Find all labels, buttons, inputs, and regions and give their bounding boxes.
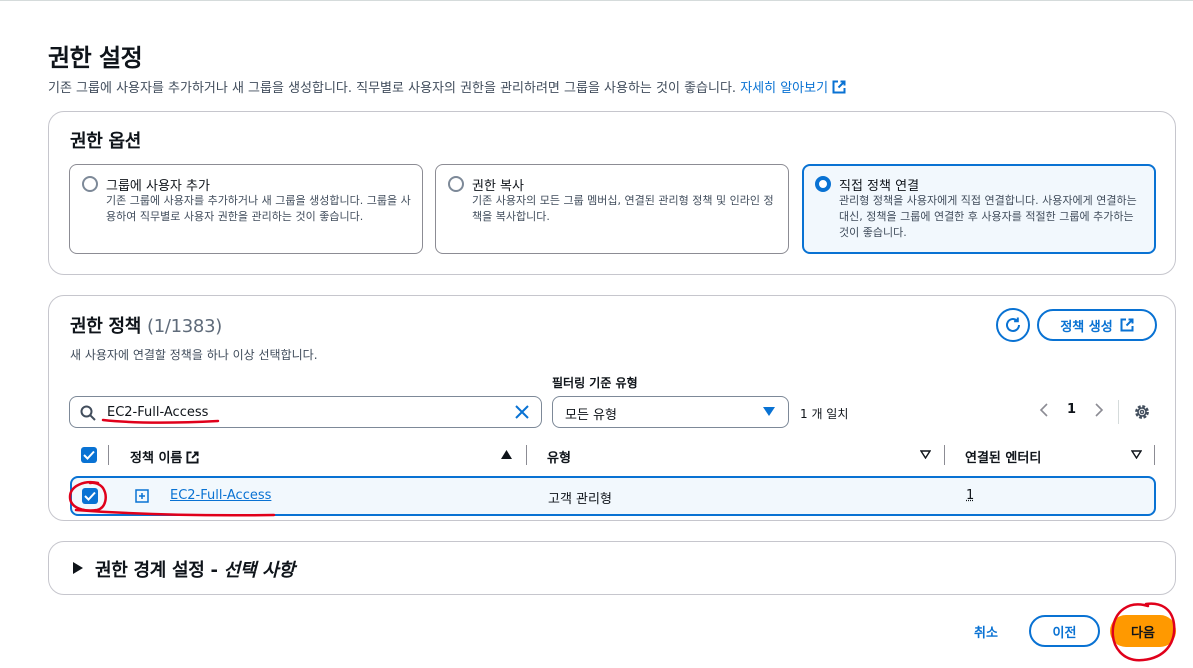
type-filter-select[interactable]: 모든 유형 <box>552 396 789 428</box>
permission-policies-title: 권한 정책 (1/1383) <box>70 312 222 338</box>
chevron-right-icon[interactable] <box>1094 402 1104 417</box>
sort-ascending-icon[interactable] <box>501 450 512 459</box>
clear-icon[interactable] <box>514 404 530 420</box>
policy-type: 고객 관리형 <box>548 492 612 507</box>
pagination-divider <box>1118 400 1119 424</box>
option-attach-policies-directly[interactable]: 직접 정책 연결 관리형 정책을 사용자에게 직접 연결합니다. 사용자에게 연… <box>802 164 1156 254</box>
radio-add-to-group[interactable] <box>82 176 98 192</box>
column-header-type[interactable]: 유형 <box>547 447 571 466</box>
column-header-policy-name[interactable]: 정책 이름 <box>130 447 199 466</box>
permissions-boundary-title[interactable]: 권한 경계 설정 - 선택 사항 <box>95 556 295 582</box>
column-separator <box>944 445 945 465</box>
option-label: 권한 복사 <box>472 179 524 194</box>
check-icon <box>83 450 95 460</box>
radio-attach-policies-directly[interactable] <box>815 176 831 192</box>
page-title: 권한 설정 <box>48 44 143 72</box>
previous-button[interactable]: 이전 <box>1029 615 1100 647</box>
sort-icon[interactable] <box>1131 450 1142 459</box>
boundary-optional-text: 선택 사항 <box>223 560 295 581</box>
option-label: 그룹에 사용자 추가 <box>106 179 210 194</box>
permission-options-title: 권한 옵션 <box>70 131 142 152</box>
cancel-button[interactable]: 취소 <box>974 622 998 641</box>
learn-more-link[interactable]: 자세히 알아보기 <box>740 80 846 96</box>
option-description: 관리형 정책을 사용자에게 직접 연결합니다. 사용자에게 연결하는 대신, 정… <box>839 194 1137 239</box>
gear-icon[interactable] <box>1133 403 1151 421</box>
expand-plus-icon[interactable] <box>135 489 149 503</box>
create-policy-button[interactable]: 정책 생성 <box>1037 309 1157 341</box>
attached-entities-count[interactable]: 1 <box>966 488 974 503</box>
option-copy-permissions[interactable]: 권한 복사 기존 사용자의 모든 그룹 멤버십, 연결된 관리형 정책 및 인라… <box>435 164 789 254</box>
external-link-icon <box>832 80 846 94</box>
policies-title-text: 권한 정책 <box>70 316 142 337</box>
sort-icon[interactable] <box>920 450 931 459</box>
search-value: EC2-Full-Access <box>107 405 209 420</box>
caret-right-icon[interactable] <box>73 562 83 574</box>
search-icon <box>80 405 96 421</box>
table-row[interactable]: EC2-Full-Access 고객 관리형 1 <box>70 476 1156 516</box>
pagination: 1 <box>1039 402 1104 417</box>
option-add-to-group[interactable]: 그룹에 사용자 추가 기존 그룹에 사용자를 추가하거나 새 그룹을 생성합니다… <box>69 164 423 254</box>
next-button[interactable]: 다음 <box>1110 615 1176 647</box>
learn-more-label: 자세히 알아보기 <box>740 81 829 96</box>
external-link-icon <box>1120 318 1134 332</box>
boundary-title-text: 권한 경계 설정 - <box>95 560 224 581</box>
check-icon <box>84 491 96 501</box>
policies-count: (1/1383) <box>146 316 222 337</box>
page-description-text: 기존 그룹에 사용자를 추가하거나 새 그룹을 생성합니다. 직무별로 사용자의… <box>48 81 737 96</box>
policy-table-header: 정책 이름 유형 연결된 엔터티 <box>70 440 1156 470</box>
column-separator <box>526 445 527 465</box>
option-label: 직접 정책 연결 <box>839 179 920 194</box>
permission-options-panel: 권한 옵션 그룹에 사용자 추가 기존 그룹에 사용자를 추가하거나 새 그룹을… <box>48 111 1176 275</box>
permissions-boundary-panel[interactable]: 권한 경계 설정 - 선택 사항 <box>48 541 1176 595</box>
type-filter-value: 모든 유형 <box>565 408 617 423</box>
external-link-icon <box>186 451 199 464</box>
refresh-button[interactable] <box>996 308 1030 342</box>
page-description: 기존 그룹에 사용자를 추가하거나 새 그룹을 생성합니다. 직무별로 사용자의… <box>48 77 846 96</box>
policy-search-input[interactable]: EC2-Full-Access <box>69 396 542 428</box>
filter-type-label: 필터링 기준 유형 <box>552 376 638 390</box>
select-all-checkbox[interactable] <box>81 447 97 463</box>
create-policy-label: 정책 생성 <box>1060 319 1113 335</box>
chevron-left-icon[interactable] <box>1039 402 1049 417</box>
top-divider <box>0 0 1193 1</box>
policies-description: 새 사용자에 연결할 정책을 하나 이상 선택합니다. <box>70 348 318 362</box>
column-header-attached-entities[interactable]: 연결된 엔터티 <box>965 447 1041 466</box>
option-description: 기존 사용자의 모든 그룹 멤버십, 연결된 관리형 정책 및 인라인 정책을 … <box>472 194 774 223</box>
refresh-icon <box>1006 317 1020 332</box>
column-separator <box>108 445 109 465</box>
policy-name-link[interactable]: EC2-Full-Access <box>170 488 271 503</box>
permission-policies-panel: 권한 정책 (1/1383) 새 사용자에 연결할 정책을 하나 이상 선택합니… <box>48 295 1176 521</box>
page-number[interactable]: 1 <box>1067 402 1076 417</box>
match-count: 1 개 일치 <box>800 407 849 421</box>
column-separator <box>1154 445 1155 465</box>
caret-down-icon <box>763 407 775 416</box>
radio-copy-permissions[interactable] <box>448 176 464 192</box>
row-checkbox[interactable] <box>82 488 98 504</box>
policy-name-header-label: 정책 이름 <box>130 451 183 466</box>
option-description: 기존 그룹에 사용자를 추가하거나 새 그룹을 생성합니다. 그룹을 사용하여 … <box>106 194 411 223</box>
